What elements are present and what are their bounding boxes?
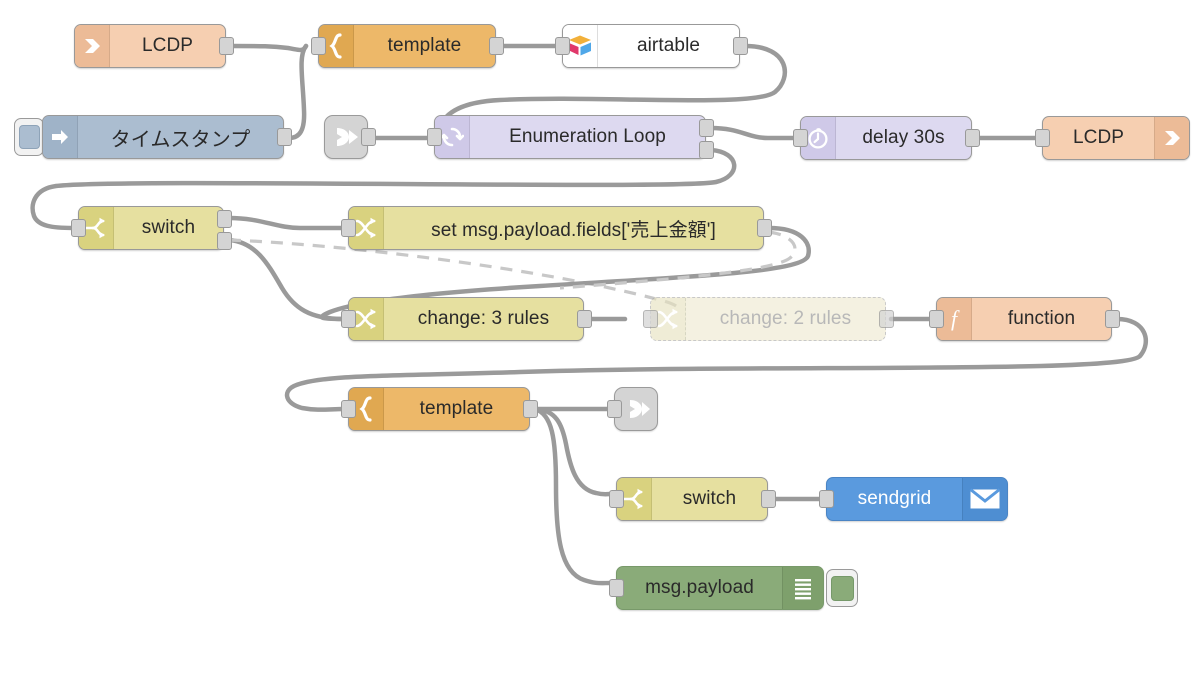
wire-template2-to-debug <box>532 406 614 586</box>
port-input[interactable] <box>341 400 356 418</box>
port-input[interactable] <box>1035 129 1050 147</box>
port-output-2[interactable] <box>699 141 714 159</box>
wire-lcdp-to-template <box>228 43 309 53</box>
wire-loop-to-delay <box>708 125 798 141</box>
port-output[interactable] <box>361 128 376 146</box>
inject-knob <box>18 125 40 149</box>
wire-inject-to-template <box>286 43 309 141</box>
node-label: template <box>419 398 494 419</box>
port-input[interactable] <box>819 490 834 508</box>
port-output[interactable] <box>277 128 292 146</box>
node-label: msg.payload <box>645 577 754 598</box>
node-change-2-rules[interactable]: change: 2 rules <box>650 297 886 341</box>
node-label: Enumeration Loop <box>509 126 666 147</box>
arrow-right-icon <box>75 25 110 67</box>
node-label: change: 3 rules <box>417 308 550 329</box>
node-airtable[interactable]: airtable <box>562 24 740 68</box>
arrow-right-icon <box>43 116 78 158</box>
port-input[interactable] <box>609 579 624 597</box>
port-output[interactable] <box>1105 310 1120 328</box>
node-inject-timestamp[interactable]: タイムスタンプ <box>42 115 284 159</box>
port-input[interactable] <box>311 37 326 55</box>
port-output[interactable] <box>733 37 748 55</box>
node-sendgrid[interactable]: sendgrid <box>826 477 1008 521</box>
node-label: LCDP <box>1072 127 1125 148</box>
port-input[interactable] <box>341 310 356 328</box>
port-output[interactable] <box>523 400 538 418</box>
port-input[interactable] <box>427 128 442 146</box>
node-label: switch <box>141 217 196 238</box>
node-label: switch <box>682 488 737 509</box>
link-out-icon <box>630 400 650 418</box>
wire-template2-to-switch2 <box>532 406 614 497</box>
port-input[interactable] <box>607 400 622 418</box>
svg-text:f: f <box>951 306 960 331</box>
port-output[interactable] <box>965 129 980 147</box>
port-input[interactable] <box>609 490 624 508</box>
port-input[interactable] <box>555 37 570 55</box>
port-output-2[interactable] <box>217 232 232 250</box>
port-input[interactable] <box>793 129 808 147</box>
node-function[interactable]: f function <box>936 297 1112 341</box>
debug-lines-icon <box>782 567 823 609</box>
node-change-3-rules[interactable]: change: 3 rules <box>348 297 584 341</box>
node-enumeration-loop[interactable]: Enumeration Loop <box>434 115 706 159</box>
port-input[interactable] <box>341 219 356 237</box>
node-label: delay 30s <box>862 127 945 148</box>
wire-switch-to-change3 <box>226 237 346 322</box>
port-output[interactable] <box>219 37 234 55</box>
node-label: change: 2 rules <box>719 308 852 329</box>
port-output[interactable] <box>757 219 772 237</box>
flow-canvas[interactable]: LCDP template airtable タイムスタンプ Enumerati… <box>0 0 1200 696</box>
node-lcdp-out[interactable]: LCDP <box>1042 116 1190 160</box>
port-output-1[interactable] <box>217 210 232 228</box>
node-delay[interactable]: delay 30s <box>800 116 972 160</box>
port-output[interactable] <box>577 310 592 328</box>
node-label: airtable <box>636 35 701 56</box>
port-input[interactable] <box>643 310 658 328</box>
node-change-set-sales[interactable]: set msg.payload.fields['売上金額'] <box>348 206 764 250</box>
arrow-right-icon <box>1154 117 1189 159</box>
node-lcdp-in[interactable]: LCDP <box>74 24 226 68</box>
node-label: set msg.payload.fields['売上金額'] <box>431 219 716 241</box>
debug-toggle-button[interactable] <box>826 569 858 607</box>
link-in-icon <box>337 128 358 146</box>
node-debug-payload[interactable]: msg.payload <box>616 566 824 610</box>
node-label: LCDP <box>141 35 194 56</box>
node-label: function <box>1007 308 1076 329</box>
node-switch-1[interactable]: switch <box>78 206 224 250</box>
debug-knob <box>830 575 854 601</box>
port-input[interactable] <box>929 310 944 328</box>
port-output-1[interactable] <box>699 119 714 137</box>
port-output[interactable] <box>489 37 504 55</box>
wire-layer <box>30 43 1149 586</box>
node-switch-2[interactable]: switch <box>616 477 768 521</box>
inject-trigger-button[interactable] <box>14 118 44 156</box>
envelope-icon <box>962 478 1007 520</box>
node-template-2[interactable]: template <box>348 387 530 431</box>
node-label: template <box>387 35 462 56</box>
port-input[interactable] <box>71 219 86 237</box>
wire-switch-to-set <box>226 215 346 231</box>
node-label: sendgrid <box>857 488 932 509</box>
port-output[interactable] <box>879 310 894 328</box>
port-output[interactable] <box>761 490 776 508</box>
node-label: タイムスタンプ <box>110 128 251 151</box>
node-template-1[interactable]: template <box>318 24 496 68</box>
